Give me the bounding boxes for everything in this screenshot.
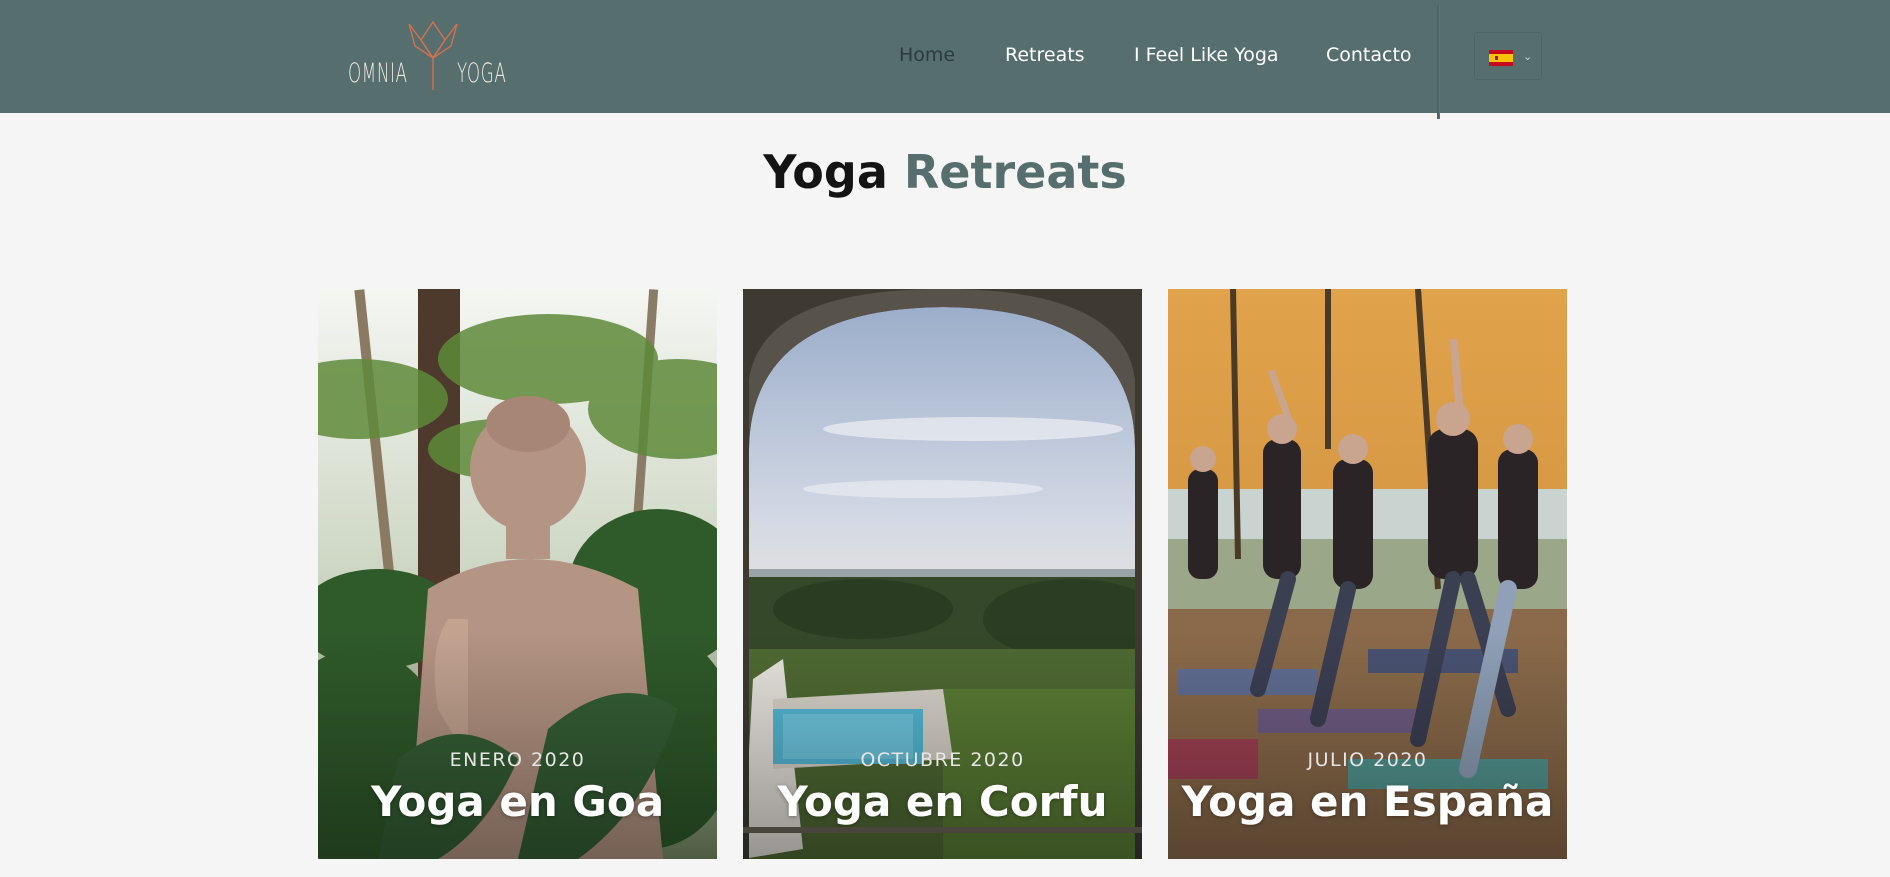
spain-flag-icon <box>1489 50 1513 66</box>
retreat-title: Yoga en Goa <box>370 777 665 826</box>
buddha-statue-palms-photo <box>318 289 717 859</box>
nav-divider <box>1437 5 1439 119</box>
page-title-retreats: Retreats <box>903 145 1127 199</box>
site-header: OMNIA YOGA Home Retreats I Feel Like Yog… <box>0 0 1890 119</box>
omnia-yoga-logo[interactable]: OMNIA YOGA <box>346 18 506 94</box>
language-selector[interactable]: ⌄ <box>1474 32 1542 80</box>
retreat-card-espana[interactable]: JULIO 2020 Yoga en España <box>1168 289 1567 859</box>
retreat-date: OCTUBRE 2020 <box>860 749 1025 771</box>
retreat-card-goa[interactable]: ENERO 2020 Yoga en Goa <box>318 289 717 859</box>
nav-i-feel-like-yoga[interactable]: I Feel Like Yoga <box>1134 44 1279 66</box>
retreat-date: JULIO 2020 <box>1307 749 1428 771</box>
retreat-card-corfu[interactable]: OCTUBRE 2020 Yoga en Corfu <box>743 289 1142 859</box>
retreat-title: Yoga en Corfu <box>777 777 1108 826</box>
nav-contacto[interactable]: Contacto <box>1326 44 1412 66</box>
arch-pool-sea-view-photo <box>743 289 1142 859</box>
nav-home[interactable]: Home <box>899 44 955 66</box>
page-title: Yoga Retreats <box>0 145 1890 199</box>
logo-word-yoga: YOGA <box>457 58 507 89</box>
chevron-down-icon: ⌄ <box>1523 50 1533 63</box>
group-yoga-tent-photo <box>1168 289 1567 859</box>
logo-word-omnia: OMNIA <box>348 58 408 89</box>
nav-retreats[interactable]: Retreats <box>1005 44 1085 66</box>
retreat-title: Yoga en España <box>1181 777 1554 826</box>
page-title-yoga: Yoga <box>763 145 888 199</box>
lotus-logo-icon <box>408 20 458 90</box>
retreat-date: ENERO 2020 <box>449 749 586 771</box>
